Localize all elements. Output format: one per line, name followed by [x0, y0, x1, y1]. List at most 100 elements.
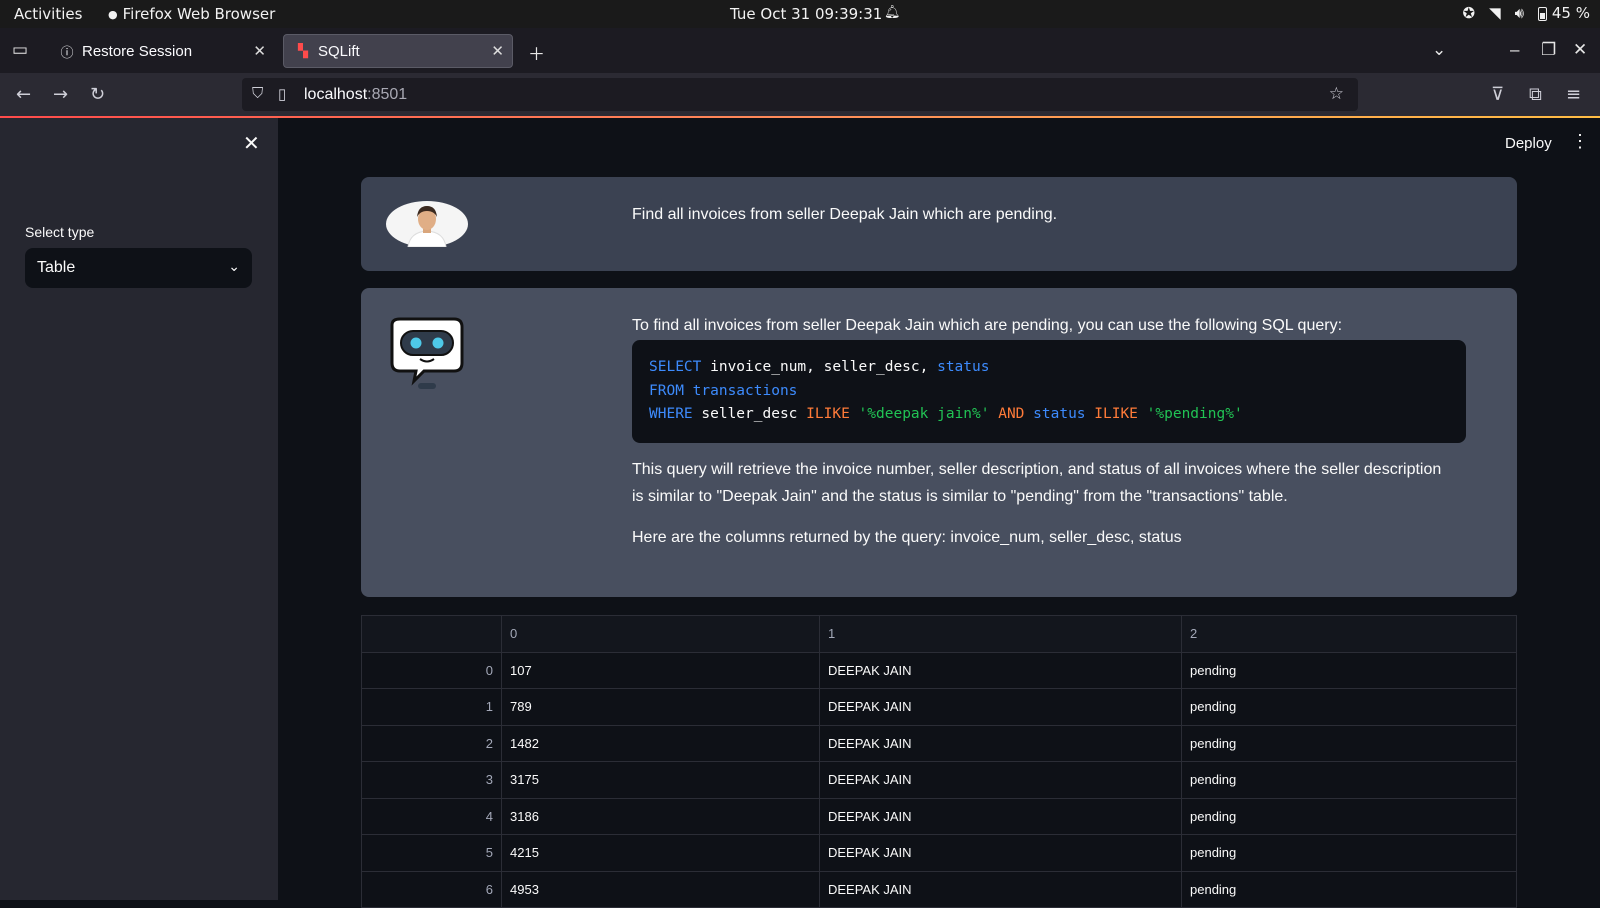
table-row: 0 107 DEEPAK JAIN pending [361, 651, 1517, 689]
tab-sqlift[interactable]: ▚ SQLift ✕ [283, 34, 513, 68]
deploy-button[interactable]: Deploy [1505, 135, 1552, 152]
table-cell[interactable]: 107 [501, 651, 820, 689]
table-row: 1 789 DEEPAK JAIN pending [361, 688, 1517, 726]
table-cell[interactable]: DEEPAK JAIN [819, 688, 1182, 726]
url-host: localhost [304, 86, 368, 103]
sql-keyword: status [1024, 406, 1095, 422]
user-message-text: Find all invoices from seller Deepak Jai… [632, 206, 1058, 223]
battery-percent: 45 % [1551, 4, 1590, 22]
table-row: 2 1482 DEEPAK JAIN pending [361, 724, 1517, 762]
app-menu[interactable]: ● Firefox Web Browser [108, 5, 275, 23]
url-text[interactable]: localhost:8501 [304, 86, 407, 104]
sql-code-block[interactable]: SELECT invoice_num, seller_desc, status … [632, 340, 1466, 443]
row-index: 1 [361, 688, 502, 726]
accessibility-icon[interactable]: ✪ [1463, 4, 1476, 22]
sql-operator: ILIKE [806, 406, 850, 422]
close-tab-icon[interactable]: ✕ [253, 42, 266, 60]
column-header[interactable]: 2 [1181, 615, 1517, 653]
select-type-dropdown[interactable]: Table ⌄ [25, 248, 252, 288]
table-cell[interactable]: DEEPAK JAIN [819, 724, 1182, 762]
table-row: 6 4953 DEEPAK JAIN pending [361, 870, 1517, 908]
table-cell[interactable]: 3186 [501, 797, 820, 835]
table-cell[interactable]: pending [1181, 761, 1517, 799]
table-cell[interactable]: 4953 [501, 870, 820, 908]
bot-explanation-text: This query will retrieve the invoice num… [632, 461, 1442, 505]
volume-icon: 🔊︎ [1514, 4, 1525, 22]
firefox-icon: ● [108, 7, 118, 21]
table-cell[interactable]: pending [1181, 651, 1517, 689]
activities-button[interactable]: Activities [14, 5, 82, 23]
extensions-icon[interactable]: ⧉ [1529, 84, 1542, 105]
notification-bell-icon: 🔔︎ [884, 5, 901, 20]
tab-overview-icon[interactable]: ▭ [12, 40, 28, 60]
list-tabs-chevron-icon[interactable]: ⌄ [1432, 40, 1446, 60]
wifi-icon: ◥ [1489, 4, 1501, 22]
table-cell[interactable]: DEEPAK JAIN [819, 761, 1182, 799]
system-top-bar: Activities ● Firefox Web Browser Tue Oct… [0, 0, 1600, 28]
hamburger-menu-icon[interactable]: ≡ [1566, 84, 1581, 105]
back-arrow-icon[interactable]: ← [16, 84, 31, 105]
url-bar[interactable]: ⛉ ▯ localhost:8501 ☆ [242, 78, 1358, 111]
bot-columns-text: Here are the columns returned by the que… [632, 529, 1182, 546]
main-content: Deploy ⋮ Find all invoices from seller D… [278, 118, 1600, 908]
pocket-icon[interactable]: ⊽ [1491, 84, 1504, 105]
main-menu-kebab-icon[interactable]: ⋮ [1571, 131, 1589, 152]
bot-intro-text: To find all invoices from seller Deepak … [632, 317, 1343, 334]
url-port: :8501 [367, 86, 408, 103]
column-header[interactable]: 1 [819, 615, 1182, 653]
navigation-toolbar: ← → ↻ ⛉ ▯ localhost:8501 ☆ ⊽ ⧉ ≡ [0, 73, 1600, 117]
row-index: 5 [361, 834, 502, 872]
results-table[interactable]: 0 1 2 0 107 DEEPAK JAIN pending 1 789 DEEPAK … [361, 615, 1517, 908]
system-tray[interactable]: ✪ ◥ 🔊︎ 45 % [1463, 4, 1590, 22]
close-window-icon[interactable]: ✕ [1573, 40, 1587, 60]
table-cell[interactable]: pending [1181, 797, 1517, 835]
reload-icon[interactable]: ↻ [90, 84, 105, 105]
table-cell[interactable]: 1482 [501, 724, 820, 762]
column-header[interactable]: 0 [501, 615, 820, 653]
sql-operator: ILIKE [1094, 406, 1138, 422]
sql-table-name: transactions [683, 382, 798, 399]
restore-window-icon[interactable]: ❐ [1541, 40, 1556, 60]
table-header-row: 0 1 2 [361, 615, 1517, 653]
chevron-down-icon: ⌄ [228, 258, 240, 274]
table-cell[interactable]: pending [1181, 870, 1517, 908]
table-cell[interactable]: 4215 [501, 834, 820, 872]
sql-line-2: FROM transactions [649, 380, 1449, 404]
table-cell[interactable]: pending [1181, 834, 1517, 872]
browser-tab-strip: ▭ ⓘ Restore Session ✕ ▚ SQLift ✕ ＋ ⌄ – ❐… [0, 28, 1600, 73]
page-icon[interactable]: ▯ [278, 85, 286, 103]
row-index: 0 [361, 651, 502, 689]
assistant-message: To find all invoices from seller Deepak … [361, 288, 1517, 597]
user-message: Find all invoices from seller Deepak Jai… [361, 177, 1517, 271]
tab-title: Restore Session [82, 42, 193, 60]
app-name: Firefox Web Browser [122, 5, 276, 23]
table-cell[interactable]: DEEPAK JAIN [819, 651, 1182, 689]
table-cell[interactable]: 789 [501, 688, 820, 726]
forward-arrow-icon[interactable]: → [53, 84, 68, 105]
table-cell[interactable]: DEEPAK JAIN [819, 797, 1182, 835]
tab-restore-session[interactable]: ⓘ Restore Session ✕ [48, 34, 274, 68]
battery-status: 45 % [1538, 4, 1590, 22]
new-tab-icon[interactable]: ＋ [528, 40, 545, 65]
robot-avatar-icon [390, 317, 464, 389]
row-index: 4 [361, 797, 502, 835]
select-type-label: Select type [25, 224, 95, 240]
bookmark-star-icon[interactable]: ☆ [1329, 84, 1344, 104]
battery-icon [1538, 6, 1548, 21]
table-cell[interactable]: pending [1181, 688, 1517, 726]
clock[interactable]: Tue Oct 31 09:39:31 [730, 5, 882, 23]
sql-string: '%pending%' [1137, 406, 1243, 422]
table-row: 5 4215 DEEPAK JAIN pending [361, 834, 1517, 872]
table-cell[interactable]: 3175 [501, 761, 820, 799]
table-row: 3 3175 DEEPAK JAIN pending [361, 761, 1517, 799]
select-type-value: Table [37, 259, 76, 276]
table-cell[interactable]: pending [1181, 724, 1517, 762]
table-cell[interactable]: DEEPAK JAIN [819, 834, 1182, 872]
table-cell[interactable]: DEEPAK JAIN [819, 870, 1182, 908]
shield-icon[interactable]: ⛉ [252, 85, 263, 102]
sql-keyword: status [937, 359, 990, 375]
close-tab-icon[interactable]: ✕ [491, 42, 504, 60]
sqlift-favicon-icon: ▚ [298, 43, 308, 58]
minimize-icon[interactable]: – [1510, 40, 1519, 60]
close-sidebar-icon[interactable]: ✕ [243, 131, 260, 156]
